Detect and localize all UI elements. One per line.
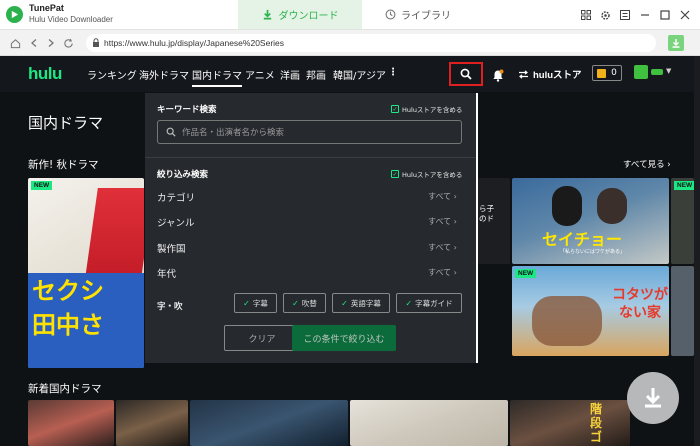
thumbnail-right-bottom[interactable] xyxy=(671,266,694,356)
maximize-icon[interactable] xyxy=(658,8,672,22)
reload-icon[interactable] xyxy=(61,36,75,50)
filter-country-value[interactable]: すべて › xyxy=(428,242,457,253)
section-title-new-domestic: 新着国内ドラマ xyxy=(28,383,102,395)
page-title: 国内ドラマ xyxy=(28,114,104,132)
thumbnail-partial[interactable]: ら子 のド xyxy=(478,178,510,264)
tag-subtitles[interactable]: ✓ 字幕 xyxy=(234,293,277,313)
minimize-icon[interactable] xyxy=(638,8,652,22)
nav-item-overseas-drama[interactable]: 海外ドラマ xyxy=(139,67,189,82)
clock-icon xyxy=(385,9,396,20)
app-logo-icon xyxy=(6,6,23,23)
forward-icon[interactable] xyxy=(44,36,58,50)
lock-icon xyxy=(93,38,99,47)
search-input[interactable]: 作品名・出演者名から検索 xyxy=(157,120,462,144)
hulu-navbar: hulu ランキング 海外ドラマ 国内ドラマ アニメ 洋画 邦画 韓国/アジア … xyxy=(0,56,700,92)
thumbnail-row2-1[interactable] xyxy=(28,400,114,446)
coin-icon xyxy=(597,68,607,78)
filter-category-value[interactable]: すべて › xyxy=(428,191,457,202)
include-store-checkbox[interactable]: ✓ Huluストアを含める xyxy=(391,104,462,114)
search-icon xyxy=(166,127,176,137)
check-icon: ✓ xyxy=(405,298,413,308)
back-icon[interactable] xyxy=(27,36,41,50)
filter-era-value[interactable]: すべて › xyxy=(428,267,457,278)
search-panel: キーワード検索 ✓ Huluストアを含める 作品名・出演者名から検索 絞り込み検… xyxy=(145,93,478,363)
filter-category-label: カテゴリ xyxy=(157,193,196,204)
nav-item-domestic-drama[interactable]: 国内ドラマ xyxy=(192,67,242,87)
title-bar: TunePat Hulu Video Downloader ダウンロード ライブ… xyxy=(0,0,700,30)
nav-item-anime[interactable]: アニメ xyxy=(245,67,275,82)
filter-search-title: 絞り込み検索 xyxy=(157,170,209,180)
include-store-checkbox-filter[interactable]: ✓ Huluストアを含める xyxy=(391,169,462,179)
search-button[interactable] xyxy=(449,62,483,86)
download-page-icon[interactable] xyxy=(668,35,684,51)
download-icon xyxy=(263,9,271,20)
tag-dubbed[interactable]: ✓ 吹替 xyxy=(283,293,326,313)
check-icon: ✓ xyxy=(292,298,299,308)
filter-era-label: 年代 xyxy=(157,269,177,280)
filter-genre-label: ジャンル xyxy=(157,218,195,229)
filter-genre-value[interactable]: すべて › xyxy=(428,216,457,227)
thumbnail-right-top[interactable]: NEW xyxy=(671,178,694,264)
close-icon[interactable] xyxy=(678,8,692,22)
nav-item-ranking[interactable]: ランキング xyxy=(87,67,137,82)
avatar[interactable] xyxy=(634,65,648,79)
nav-item-western-films[interactable]: 洋画 xyxy=(280,67,300,82)
tab-download[interactable]: ダウンロード xyxy=(238,0,362,29)
bell-icon[interactable] xyxy=(492,67,504,86)
nav-item-japanese-films[interactable]: 邦画 xyxy=(306,67,326,82)
apply-filter-button[interactable]: この条件で絞り込む xyxy=(292,325,396,351)
scrollbar[interactable] xyxy=(694,56,700,446)
tag-subtitle-guide[interactable]: ✓ 字幕ガイド xyxy=(396,293,462,313)
thumbnail-row2-4[interactable] xyxy=(350,400,508,446)
keyword-search-title: キーワード検索 xyxy=(157,105,217,115)
thumbnail-row2-3[interactable] xyxy=(190,400,348,446)
search-icon xyxy=(460,68,472,80)
divider xyxy=(145,157,476,158)
tag-english-subtitles[interactable]: ✓ 英語字幕 xyxy=(332,293,390,313)
hulu-store-link[interactable]: huluストア xyxy=(518,67,582,81)
thumbnail-row2-2[interactable] xyxy=(116,400,188,446)
more-icon[interactable]: ⋮ xyxy=(388,67,398,78)
swap-arrows-icon xyxy=(519,69,528,79)
profile-name[interactable] xyxy=(651,69,663,75)
thumbnail-title-text: セクシ 田中さ xyxy=(32,277,104,339)
thumbnail-seichou[interactable]: セイチョー 「私らないにはワケがある」 xyxy=(512,178,669,264)
hulu-page: hulu ランキング 海外ドラマ 国内ドラマ アニメ 洋画 邦画 韓国/アジア … xyxy=(0,56,700,446)
download-icon xyxy=(645,388,661,408)
check-icon: ✓ xyxy=(391,170,399,178)
download-float-button[interactable] xyxy=(627,372,679,424)
url-field[interactable]: https://www.hulu.jp/display/Japanese%20S… xyxy=(86,34,656,52)
home-icon[interactable] xyxy=(8,36,22,50)
thumbnail-kotatsu[interactable]: NEW コタツが ない家 xyxy=(512,266,669,356)
thumbnail-row2-5[interactable]: 階 段 ゴ xyxy=(510,400,630,446)
subtitle-dub-label: 字・吹 xyxy=(157,302,183,312)
address-bar: https://www.hulu.jp/display/Japanese%20S… xyxy=(0,30,700,56)
tab-library[interactable]: ライブラリ xyxy=(385,0,475,29)
app-name: TunePat Hulu Video Downloader xyxy=(29,3,113,24)
clear-button[interactable]: クリア xyxy=(224,325,300,351)
chevron-down-icon[interactable]: ▼ xyxy=(666,67,671,75)
gear-icon[interactable] xyxy=(598,8,612,22)
points-badge[interactable]: 0 xyxy=(592,65,622,81)
menu-icon[interactable] xyxy=(618,8,632,22)
nav-item-korea-asia[interactable]: 韓国/アジア xyxy=(333,67,386,82)
hulu-logo[interactable]: hulu xyxy=(28,64,62,84)
check-icon: ✓ xyxy=(391,105,399,113)
grid-icon[interactable] xyxy=(579,8,593,22)
thumbnail-sexy-tanaka[interactable]: NEW セクシ 田中さ xyxy=(28,178,144,368)
see-all-link[interactable]: すべて見る › xyxy=(623,158,671,170)
filter-country-label: 製作国 xyxy=(157,244,186,255)
check-icon: ✓ xyxy=(341,298,348,308)
check-icon: ✓ xyxy=(243,298,250,308)
section-title-autumn: 新作! 秋ドラマ xyxy=(28,159,99,171)
